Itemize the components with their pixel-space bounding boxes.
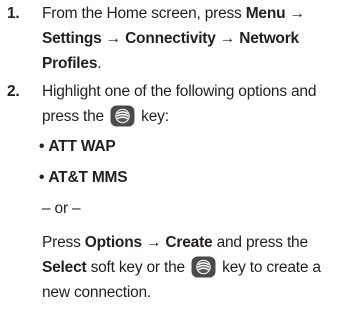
key-to-create-text: key to create a	[218, 259, 321, 276]
instruction-page: 1. From the Home screen, press Menu → Se…	[0, 0, 349, 319]
options-label: Options	[84, 234, 142, 251]
step-1-line-1: From the Home screen, press Menu →	[42, 1, 348, 26]
network-label: Network	[239, 30, 299, 47]
select-key-icon	[110, 105, 135, 127]
step-1-text: From the Home screen, press	[42, 5, 246, 22]
option-att-wap: • ATT WAP	[39, 131, 348, 162]
bullet-dot: •	[39, 138, 45, 155]
profiles-label: Profiles	[42, 55, 98, 72]
step-1-line-2: Settings → Connectivity → Network	[42, 26, 348, 51]
select-key-icon	[191, 256, 216, 278]
option-att-mms: • AT&T MMS	[39, 162, 348, 193]
key-suffix-text: key:	[137, 108, 169, 125]
and-press-text: and press the	[212, 234, 309, 251]
bullet-dot: •	[39, 169, 45, 186]
press-text: Press	[42, 234, 85, 251]
step-2-body: Highlight one of the following options a…	[39, 79, 348, 305]
option-label: AT&T MMS	[48, 169, 128, 186]
step-1-body: From the Home screen, press Menu → Setti…	[42, 1, 348, 76]
connectivity-label: Connectivity	[125, 30, 216, 47]
step-2-line-1: Highlight one of the following options a…	[42, 83, 317, 100]
arrow: →	[285, 5, 305, 22]
step-1-number: 1.	[7, 5, 20, 22]
menu-label: Menu	[245, 5, 286, 22]
settings-label: Settings	[42, 30, 102, 47]
arrow: →	[215, 30, 240, 47]
period: .	[97, 55, 102, 72]
option-label: ATT WAP	[48, 138, 116, 155]
or-separator: – or –	[42, 200, 81, 217]
step-2-line-select: Select soft key or the key to create a	[42, 255, 348, 280]
step-2-line-new-connection: new connection.	[42, 284, 152, 301]
press-the-text: press the	[42, 108, 109, 125]
select-label: Select	[42, 259, 87, 276]
step-2-line-press-options: Press Options → Create and press the	[42, 230, 348, 255]
soft-key-text: soft key or the	[86, 259, 190, 276]
arrow: →	[141, 234, 166, 251]
arrow: →	[101, 30, 126, 47]
create-label: Create	[165, 234, 213, 251]
step-2-line-2: press the key:	[42, 104, 348, 129]
step-2-number: 2.	[7, 83, 20, 100]
step-1-line-3: Profiles.	[42, 51, 348, 76]
